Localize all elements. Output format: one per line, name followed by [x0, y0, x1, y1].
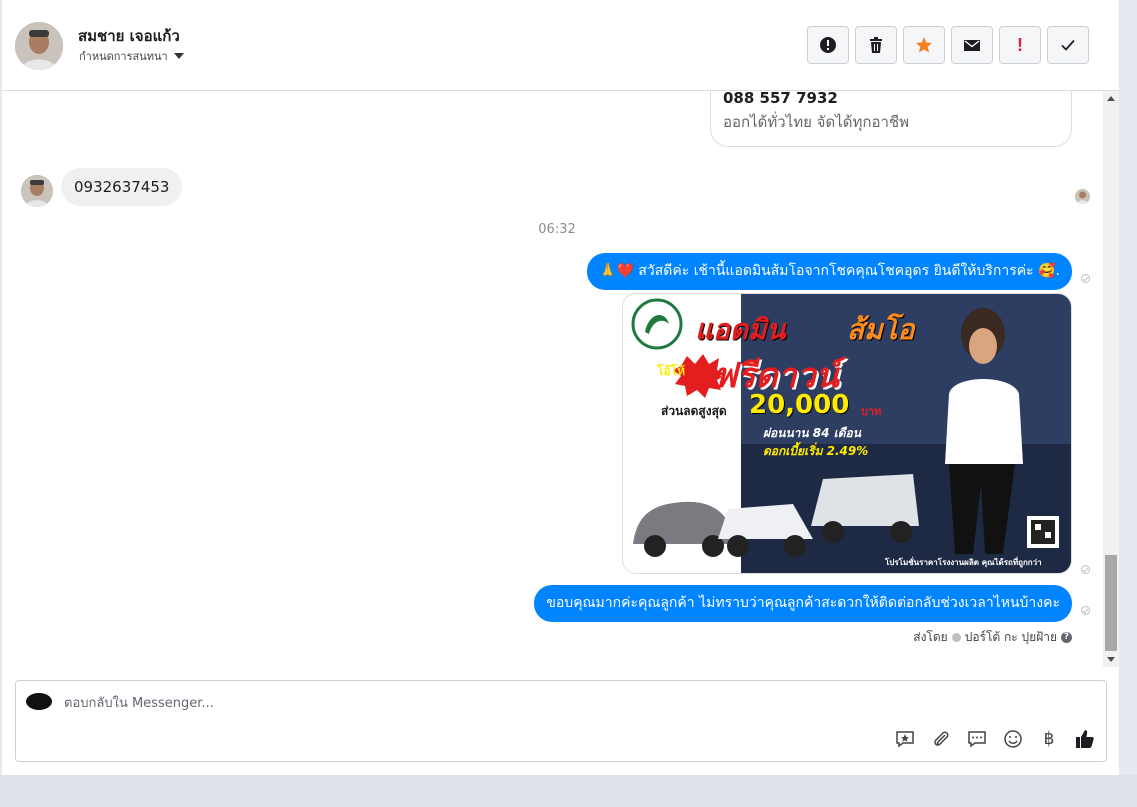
assign-label: กำหนดการสนทนา [79, 50, 168, 63]
saved-reply-icon [896, 731, 914, 748]
baht-icon: ฿ [1043, 729, 1055, 749]
promo-title-name: ส้มโอ [847, 313, 915, 346]
contact-name[interactable]: สมชาย เจอแก้ว [78, 24, 180, 48]
mark-done-button[interactable] [1047, 26, 1089, 64]
exclamation-icon: ! [1017, 34, 1023, 55]
message-timestamp: 06:32 [538, 222, 576, 237]
delivered-status-icon [1081, 606, 1090, 615]
contact-avatar[interactable] [15, 22, 63, 70]
scroll-thumb[interactable] [1105, 555, 1117, 651]
incoming-message[interactable]: 0932637453 [61, 168, 183, 206]
reply-composer: ฿ [15, 680, 1107, 762]
star-icon [916, 37, 932, 53]
sent-by-prefix: ส่งโดย [913, 630, 948, 644]
outgoing-greeting-message[interactable]: 🙏❤️ สวัสดีค่ะ เช้านี้แอดมินส้มโอจากโชคคุ… [587, 253, 1072, 290]
quick-reply-button[interactable] [966, 728, 988, 750]
delete-button[interactable] [855, 26, 897, 64]
promo-discount-value: 20,000 [749, 390, 850, 420]
quick-reply-icon [968, 731, 986, 748]
attachment-button[interactable] [930, 728, 952, 750]
sender-avatar [21, 175, 53, 207]
card-subtitle: ออกได้ทั่วไทย จัดได้ทุกอาชีพ [723, 113, 909, 131]
scroll-down-arrow-icon[interactable] [1107, 657, 1115, 662]
promo-badge: โอ้โห้ [657, 364, 686, 378]
page-avatar [26, 693, 52, 710]
promo-interest: ดอกเบี้ยเริ่ม 2.49% [763, 444, 869, 458]
check-circle-icon [951, 633, 961, 642]
message-thread[interactable]: 088 557 7932 ออกได้ทั่วไทย จัดได้ทุกอาชี… [2, 91, 1102, 667]
scroll-up-arrow-icon[interactable] [1107, 96, 1115, 101]
promo-discount-unit: บาท [861, 405, 882, 418]
promo-title-admin: แอดมิน [695, 313, 786, 346]
promo-footer: โปรโมชั่นราคาโรงงานผลิต คุณได้รถที่ถูกกว… [885, 558, 1042, 567]
reply-input[interactable] [64, 693, 964, 713]
star-button[interactable] [903, 26, 945, 64]
card-phone: 088 557 7932 [723, 91, 838, 107]
thread-scrollbar[interactable] [1103, 91, 1119, 667]
trash-icon [870, 37, 882, 53]
help-icon[interactable]: ? [1061, 632, 1072, 643]
like-button[interactable] [1074, 728, 1096, 750]
delivered-status-icon [1081, 274, 1090, 283]
caret-down-icon [173, 53, 184, 59]
seen-by-avatar [1075, 189, 1090, 204]
emoji-button[interactable] [1002, 728, 1024, 750]
mail-icon [964, 40, 980, 51]
follow-up-button[interactable]: ! [999, 26, 1041, 64]
thumbs-up-icon [1076, 730, 1094, 748]
mark-unread-button[interactable] [951, 26, 993, 64]
contact-card-message: 088 557 7932 ออกได้ทั่วไทย จัดได้ทุกอาชี… [710, 91, 1072, 147]
promo-installment: ผ่อนนาน 84 เดือน [763, 426, 861, 440]
promo-image-message[interactable]: แอดมิน ส้มโอ โอ้โห้ ฟรีดาวน์ ส่วนลดสูงสุ… [622, 293, 1072, 574]
sent-by-name[interactable]: ปอร์โต้ กะ ปุยฝ้าย [965, 628, 1057, 647]
conversation-window: สมชาย เจอแก้ว กำหนดการสนทนา ! 088 557 79… [2, 0, 1119, 775]
outgoing-thanks-message[interactable]: ขอบคุณมากค่ะคุณลูกค้า ไม่ทราบว่าคุณลูกค้… [534, 585, 1072, 622]
payment-button[interactable]: ฿ [1038, 728, 1060, 750]
check-icon [1061, 39, 1075, 51]
assign-conversation-dropdown[interactable]: กำหนดการสนทนา [79, 47, 184, 65]
saved-reply-button[interactable] [894, 728, 916, 750]
conversation-header: สมชาย เจอแก้ว กำหนดการสนทนา ! [2, 0, 1119, 91]
composer-tools: ฿ [894, 728, 1096, 750]
mark-spam-button[interactable] [807, 26, 849, 64]
attachment-icon [934, 731, 949, 746]
taskbar-strip [0, 775, 1137, 807]
conversation-toolbar: ! [807, 26, 1089, 64]
promo-discount-label: ส่วนลดสูงสุด [661, 404, 727, 418]
emoji-icon [1004, 730, 1022, 748]
delivered-status-icon [1081, 565, 1090, 574]
sent-by-info: ส่งโดย ปอร์โต้ กะ ปุยฝ้าย ? [913, 628, 1072, 647]
warning-icon [820, 37, 836, 53]
